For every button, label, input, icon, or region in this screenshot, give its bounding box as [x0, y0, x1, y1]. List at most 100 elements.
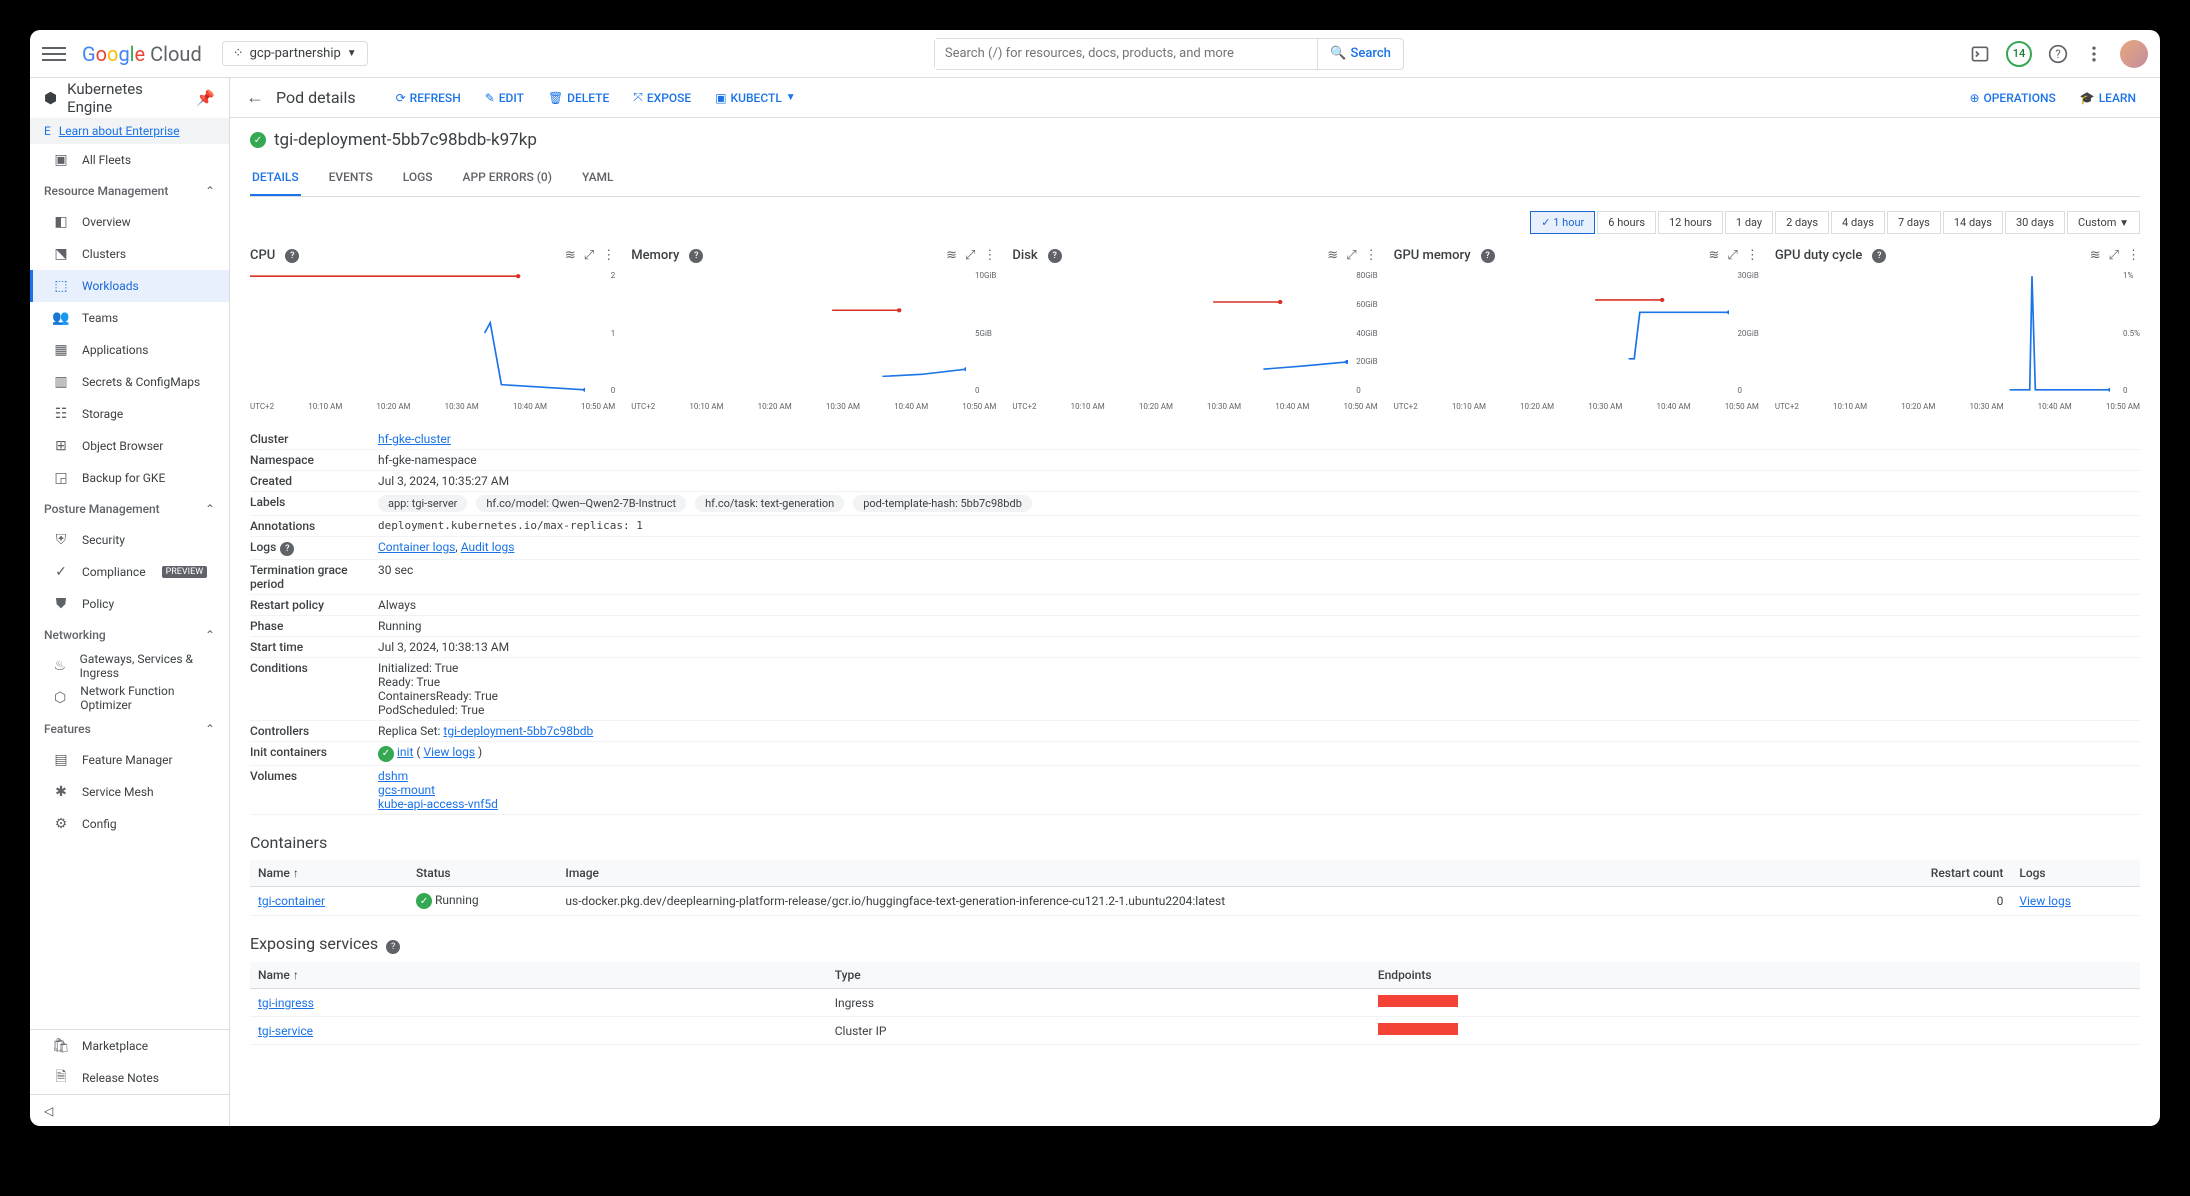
sidebar-item-all-fleets[interactable]: ▣All Fleets: [30, 144, 229, 176]
refresh-button[interactable]: ⟳Refresh: [388, 86, 469, 109]
chart-legend-icon[interactable]: ≋: [2090, 248, 2101, 263]
tab-app-errors[interactable]: APP ERRORS (0): [461, 160, 554, 196]
timerange-4d[interactable]: 4 days: [1831, 211, 1885, 234]
col-name[interactable]: Name: [250, 860, 408, 887]
sidebar-item-feature-manager[interactable]: ▤Feature Manager: [30, 744, 229, 776]
volume-link[interactable]: gcs-mount: [378, 783, 435, 797]
tab-events[interactable]: EVENTS: [327, 160, 375, 196]
sidebar-item-policy[interactable]: ⛊Policy: [30, 588, 229, 620]
col-status[interactable]: Status: [408, 860, 557, 887]
sidebar-item-release-notes[interactable]: 🗎Release Notes: [30, 1062, 229, 1094]
sidebar-item-security[interactable]: ⛨Security: [30, 524, 229, 556]
pin-icon[interactable]: 📌: [196, 89, 215, 107]
google-cloud-logo[interactable]: Google Cloud: [82, 42, 202, 66]
sidebar-item-secrets[interactable]: ▥Secrets & ConfigMaps: [30, 366, 229, 398]
chart-expand-icon[interactable]: ⤢: [1727, 248, 1737, 263]
audit-logs-link[interactable]: Audit logs: [461, 540, 515, 554]
col-name[interactable]: Name: [250, 962, 827, 989]
timerange-12h[interactable]: 12 hours: [1658, 211, 1723, 234]
sidebar-item-marketplace[interactable]: 🛍Marketplace: [30, 1030, 229, 1062]
col-logs[interactable]: Logs: [2011, 860, 2140, 887]
sidebar-item-config[interactable]: ⚙Config: [30, 808, 229, 840]
chart-expand-icon[interactable]: ⤢: [1346, 248, 1356, 263]
learn-button[interactable]: 🎓Learn: [2072, 87, 2144, 109]
help-icon[interactable]: ?: [1481, 249, 1495, 263]
help-icon[interactable]: ?: [2048, 44, 2068, 64]
service-link[interactable]: tgi-ingress: [258, 996, 314, 1010]
sidebar-item-compliance[interactable]: ✓CompliancePREVIEW: [30, 556, 229, 588]
project-selector[interactable]: ⁘ gcp-partnership ▼: [222, 41, 368, 66]
sidebar-group-networking[interactable]: Networking⌃: [30, 620, 229, 650]
init-view-logs-link[interactable]: View logs: [423, 745, 475, 759]
timerange-6h[interactable]: 6 hours: [1597, 211, 1656, 234]
col-image[interactable]: Image: [557, 860, 1842, 887]
tab-yaml[interactable]: YAML: [580, 160, 616, 196]
sidebar-item-overview[interactable]: ◧Overview: [30, 206, 229, 238]
cluster-link[interactable]: hf-gke-cluster: [378, 432, 451, 446]
sidebar-item-workloads[interactable]: ⬚Workloads: [30, 270, 229, 302]
collapse-sidebar-button[interactable]: ◁: [30, 1094, 229, 1126]
chart-expand-icon[interactable]: ⤢: [2109, 248, 2119, 263]
help-icon[interactable]: ?: [280, 542, 294, 556]
operations-button[interactable]: ⊕Operations: [1961, 87, 2063, 109]
sidebar-group-features[interactable]: Features⌃: [30, 714, 229, 744]
enterprise-banner[interactable]: E Learn about Enterprise: [30, 118, 229, 144]
more-icon[interactable]: ⋮: [1365, 248, 1378, 263]
volume-link[interactable]: kube-api-access-vnf5d: [378, 797, 498, 811]
timerange-7d[interactable]: 7 days: [1887, 211, 1941, 234]
volume-link[interactable]: dshm: [378, 769, 408, 783]
search-button[interactable]: 🔍 Search: [1317, 39, 1403, 69]
col-type[interactable]: Type: [827, 962, 1370, 989]
container-logs-link[interactable]: Container logs: [378, 540, 455, 554]
tab-logs[interactable]: LOGS: [401, 160, 435, 196]
sidebar-item-teams[interactable]: 👥Teams: [30, 302, 229, 334]
kubectl-button[interactable]: ▣Kubectl▼: [707, 86, 804, 109]
container-name-link[interactable]: tgi-container: [258, 894, 325, 908]
timerange-1h[interactable]: 1 hour: [1530, 211, 1595, 234]
more-icon[interactable]: ⋮: [1746, 248, 1759, 263]
help-icon[interactable]: ?: [689, 249, 703, 263]
delete-button[interactable]: 🗑Delete: [540, 86, 617, 109]
help-icon[interactable]: ?: [1048, 249, 1062, 263]
back-button[interactable]: ←: [246, 87, 264, 108]
chart-expand-icon[interactable]: ⤢: [965, 248, 975, 263]
account-avatar[interactable]: [2120, 40, 2148, 68]
expose-button[interactable]: ⤧Expose: [625, 86, 699, 109]
nav-menu-icon[interactable]: [42, 42, 66, 66]
sidebar-item-gateways[interactable]: ♨Gateways, Services & Ingress: [30, 650, 229, 682]
help-icon[interactable]: ?: [285, 249, 299, 263]
sidebar-group-resource[interactable]: Resource Management⌃: [30, 176, 229, 206]
sidebar-item-storage[interactable]: ☷Storage: [30, 398, 229, 430]
timerange-14d[interactable]: 14 days: [1943, 211, 2003, 234]
chart-legend-icon[interactable]: ≋: [565, 248, 576, 263]
help-icon[interactable]: ?: [386, 940, 400, 954]
timerange-custom[interactable]: Custom ▼: [2067, 211, 2140, 234]
more-icon[interactable]: ⋮: [983, 248, 996, 263]
chart-legend-icon[interactable]: ≋: [1709, 248, 1720, 263]
sidebar-item-applications[interactable]: ▦Applications: [30, 334, 229, 366]
cloud-shell-icon[interactable]: [1970, 44, 1990, 64]
init-container-link[interactable]: init: [397, 745, 413, 759]
col-restart[interactable]: Restart count: [1843, 860, 2011, 887]
free-trial-badge[interactable]: 14: [2006, 41, 2032, 67]
chart-expand-icon[interactable]: ⤢: [584, 248, 594, 263]
more-icon[interactable]: ⋮: [602, 248, 615, 263]
chart-legend-icon[interactable]: ≋: [946, 248, 957, 263]
service-link[interactable]: tgi-service: [258, 1024, 313, 1038]
timerange-2d[interactable]: 2 days: [1775, 211, 1829, 234]
sidebar-item-service-mesh[interactable]: ✱Service Mesh: [30, 776, 229, 808]
help-icon[interactable]: ?: [1872, 249, 1886, 263]
timerange-30d[interactable]: 30 days: [2005, 211, 2065, 234]
controller-link[interactable]: tgi-deployment-5bb7c98bdb: [443, 724, 593, 738]
sidebar-item-nfo[interactable]: ⬡Network Function Optimizer: [30, 682, 229, 714]
more-icon[interactable]: [2084, 44, 2104, 64]
sidebar-item-object-browser[interactable]: ⊞Object Browser: [30, 430, 229, 462]
edit-button[interactable]: ✎Edit: [477, 86, 532, 109]
more-icon[interactable]: ⋮: [2127, 248, 2140, 263]
chart-legend-icon[interactable]: ≋: [1327, 248, 1338, 263]
search-input[interactable]: [935, 39, 1317, 69]
col-endpoints[interactable]: Endpoints: [1370, 962, 2140, 989]
tab-details[interactable]: DETAILS: [250, 160, 301, 196]
view-logs-link[interactable]: View logs: [2019, 894, 2071, 908]
sidebar-item-clusters[interactable]: ⬔Clusters: [30, 238, 229, 270]
